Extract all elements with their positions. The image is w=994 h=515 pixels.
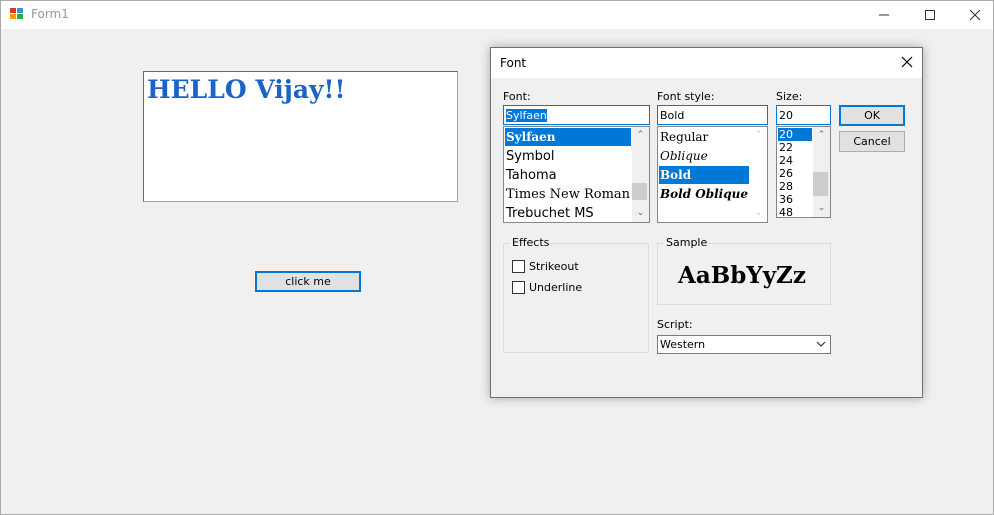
minimize-icon <box>879 14 889 16</box>
size-item[interactable]: 24 <box>778 154 793 167</box>
cancel-button[interactable]: Cancel <box>839 131 905 152</box>
script-select[interactable]: Western <box>657 335 831 354</box>
font-dialog: Font Font: Sylfaen Sylfaen Symbol Tahoma… <box>490 47 923 398</box>
size-label: Size: <box>776 90 803 103</box>
size-list[interactable]: 20 22 24 26 28 36 48 ⌃ ⌄ <box>776 126 831 218</box>
font-input-value: Sylfaen <box>506 109 547 122</box>
dialog-title-bar: Font <box>491 48 922 78</box>
font-list-item-symbol[interactable]: Symbol <box>505 147 554 166</box>
scroll-up-icon[interactable]: ⌃ <box>750 128 767 143</box>
scroll-thumb[interactable] <box>632 183 647 200</box>
chevron-down-icon <box>816 336 826 358</box>
title-bar: Form1 <box>1 1 993 29</box>
style-item-regular[interactable]: Regular <box>659 128 708 147</box>
sample-group: Sample AaBbYyZz <box>657 236 831 305</box>
dialog-close-button[interactable] <box>895 52 919 74</box>
effects-label: Effects <box>510 236 552 249</box>
style-item-bold-oblique[interactable]: Bold Oblique <box>659 185 748 204</box>
script-value: Western <box>660 338 706 351</box>
underline-label[interactable]: Underline <box>529 281 582 294</box>
font-input[interactable]: Sylfaen <box>503 105 650 125</box>
size-item[interactable]: 48 <box>778 206 793 217</box>
scroll-thumb[interactable] <box>813 172 828 196</box>
scroll-down-icon[interactable]: ⌄ <box>750 206 767 221</box>
close-icon <box>901 56 913 68</box>
style-item-bold[interactable]: Bold <box>659 166 749 184</box>
size-item[interactable]: 26 <box>778 167 793 180</box>
scroll-down-icon[interactable]: ⌄ <box>632 206 649 221</box>
size-list-scrollbar[interactable]: ⌃ ⌄ <box>813 127 830 217</box>
font-list-item-sylfaen[interactable]: Sylfaen <box>505 128 631 146</box>
click-me-button[interactable]: click me <box>255 271 361 292</box>
window-title: Form1 <box>31 7 69 21</box>
style-list-scrollbar[interactable]: ⌃ ⌄ <box>750 127 767 222</box>
size-item[interactable]: 20 <box>778 128 812 141</box>
size-input[interactable]: 20 <box>776 105 831 125</box>
size-item[interactable]: 22 <box>778 141 793 154</box>
scroll-up-icon[interactable]: ⌃ <box>813 128 830 143</box>
font-style-input[interactable]: Bold <box>657 105 768 125</box>
font-list-item-times[interactable]: Times New Roman <box>505 185 630 204</box>
rich-text-box[interactable]: HELLO Vijay!! <box>143 71 458 202</box>
font-style-list[interactable]: Regular Oblique Bold Bold Oblique ⌃ ⌄ <box>657 126 768 223</box>
strikeout-checkbox[interactable] <box>512 260 525 273</box>
dialog-title: Font <box>500 56 527 70</box>
font-list[interactable]: Sylfaen Symbol Tahoma Times New Roman Tr… <box>503 126 650 223</box>
underline-checkbox[interactable] <box>512 281 525 294</box>
minimize-button[interactable] <box>861 1 907 29</box>
ok-button[interactable]: OK <box>839 105 905 126</box>
size-item[interactable]: 36 <box>778 193 793 206</box>
font-list-item-trebuchet[interactable]: Trebuchet MS <box>505 204 594 222</box>
close-button[interactable] <box>952 1 994 29</box>
rich-text-content: HELLO Vijay!! <box>147 75 346 104</box>
script-label: Script: <box>657 318 693 331</box>
maximize-button[interactable] <box>907 1 953 29</box>
app-icon <box>10 8 24 20</box>
size-item[interactable]: 28 <box>778 180 793 193</box>
font-list-scrollbar[interactable]: ⌃ ⌄ <box>632 127 649 222</box>
style-item-oblique[interactable]: Oblique <box>659 147 708 166</box>
close-icon <box>969 9 981 21</box>
maximize-icon <box>925 10 935 20</box>
sample-text: AaBbYyZz <box>678 262 806 289</box>
font-style-label: Font style: <box>657 90 715 103</box>
effects-group: Effects Strikeout Underline <box>503 236 649 353</box>
strikeout-label[interactable]: Strikeout <box>529 260 579 273</box>
scroll-up-icon[interactable]: ⌃ <box>632 128 649 143</box>
font-list-item-tahoma[interactable]: Tahoma <box>505 166 557 185</box>
scroll-down-icon[interactable]: ⌄ <box>813 201 830 216</box>
font-label: Font: <box>503 90 531 103</box>
sample-label: Sample <box>664 236 710 249</box>
